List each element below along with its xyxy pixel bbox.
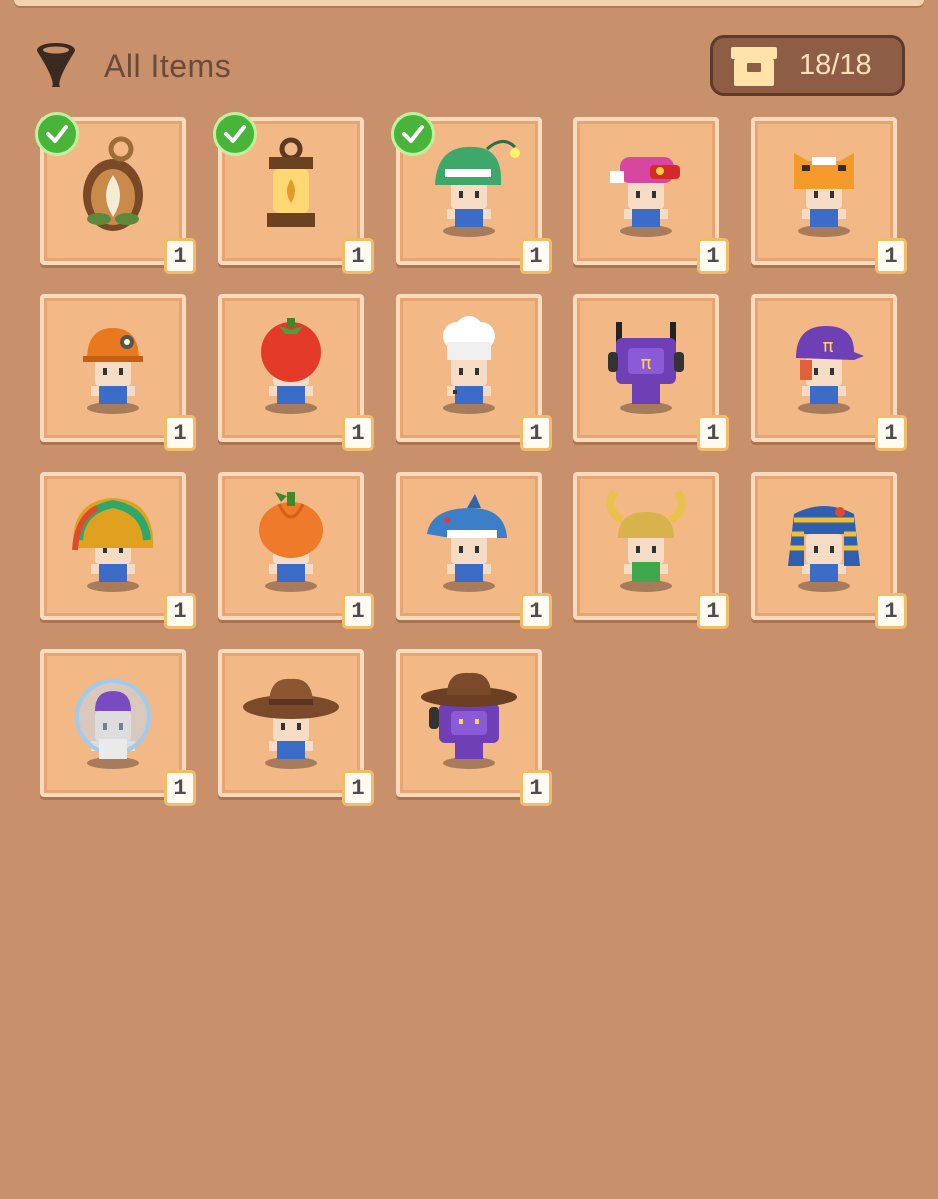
equipped-check-icon [391,112,435,156]
inventory-slot[interactable]: π 1 [573,294,729,451]
item-count-badge: 1 [875,238,907,274]
lantern-icon [267,137,315,227]
item-count-badge: 1 [697,415,729,451]
inventory-slot[interactable]: 1 [396,472,552,629]
chef-hat-avatar-icon [443,316,495,414]
inventory-slot[interactable]: 1 [35,112,196,274]
tomato-hat-avatar-icon [261,318,321,414]
item-count-badge: 1 [520,770,552,806]
shark-hood-avatar-icon [427,494,507,592]
inventory-slot[interactable]: 1 [751,472,907,629]
inventory-slot[interactable]: π 1 [751,294,907,451]
miner-helmet-avatar-icon [83,328,143,414]
item-count-badge: 1 [164,593,196,629]
robot-head-avatar-icon: π [608,322,684,414]
inventory-slot[interactable]: 1 [218,472,374,629]
item-count-badge: 1 [342,593,374,629]
horned-helmet-avatar-icon [606,490,686,592]
inventory-slot[interactable]: 1 [40,472,196,629]
svg-text:π: π [641,353,652,374]
inventory-slot[interactable]: 1 [218,649,374,806]
pharaoh-headdress-avatar-icon [788,506,860,592]
svg-text:π: π [823,336,834,357]
equipped-check-icon [213,112,257,156]
item-count-badge: 1 [520,238,552,274]
item-count-badge: 1 [342,415,374,451]
item-count-badge: 1 [875,415,907,451]
tiger-hood-avatar-icon [794,153,854,237]
inventory-slot[interactable]: 1 [573,117,729,274]
item-count-badge: 1 [697,593,729,629]
inventory-slot[interactable]: 1 [40,649,196,806]
pink-cap-avatar-icon [610,157,680,237]
inventory-slot[interactable]: 1 [396,649,552,806]
astronaut-helmet-avatar-icon [75,679,151,769]
robot-cowboy-avatar-icon [421,672,517,769]
item-count-badge: 1 [520,415,552,451]
pumpkin-hat-avatar-icon [259,492,323,592]
item-count-badge: 1 [875,593,907,629]
item-count-badge: 1 [342,770,374,806]
inventory-slot[interactable]: 1 [213,112,374,274]
anglerfish-hat-avatar-icon [435,140,520,237]
inventory-slot[interactable]: 1 [40,294,196,451]
inventory-slot[interactable]: 1 [218,294,374,451]
inventory-grid: 1 1 1 1 1 1 1 1 π 1 π 1 1 1 1 1 1 1 1 1 [0,0,938,1199]
item-count-badge: 1 [164,415,196,451]
inventory-slot[interactable]: 1 [573,472,729,629]
cowboy-hat-avatar-icon [243,678,339,769]
inventory-slot[interactable]: 1 [391,112,552,274]
item-count-badge: 1 [342,238,374,274]
equipped-check-icon [35,112,79,156]
item-count-badge: 1 [164,770,196,806]
item-count-badge: 1 [164,238,196,274]
feather-headdress-avatar-icon [72,498,154,592]
inventory-slot[interactable]: 1 [396,294,552,451]
item-count-badge: 1 [520,593,552,629]
item-count-badge: 1 [697,238,729,274]
inventory-slot[interactable]: 1 [751,117,907,274]
purple-pi-cap-avatar-icon: π [796,326,864,414]
seed-pendant-icon [83,136,143,231]
